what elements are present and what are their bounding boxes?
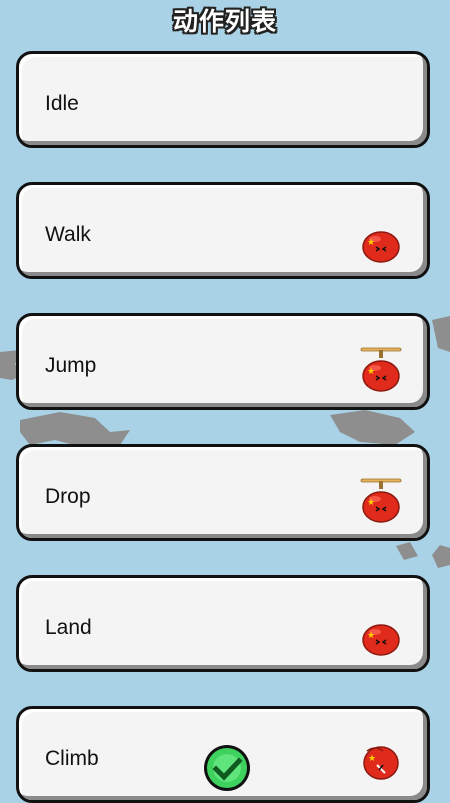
action-label: Drop xyxy=(45,485,91,508)
pet-ball-icon: ★ xyxy=(362,624,400,656)
action-card-walk[interactable]: Walk ★ xyxy=(16,182,430,279)
action-card-drop[interactable]: Drop ★ xyxy=(16,444,430,541)
action-card-jump[interactable]: Jump ★ xyxy=(16,313,430,410)
page-title: 动作列表 xyxy=(172,7,277,36)
svg-text:★: ★ xyxy=(367,367,375,377)
action-card-land[interactable]: Land ★ xyxy=(16,575,430,672)
pet-climb-icon: ★ xyxy=(363,746,399,780)
action-label: Idle xyxy=(45,92,79,115)
pet-propeller-icon: ★ xyxy=(360,347,402,392)
svg-text:★: ★ xyxy=(367,631,375,641)
action-label: Climb xyxy=(45,747,99,770)
action-label: Land xyxy=(45,616,92,639)
svg-text:★: ★ xyxy=(367,238,375,248)
action-card-idle[interactable]: Idle xyxy=(16,51,430,148)
selected-check-icon xyxy=(204,745,250,791)
pet-propeller-icon: ★ xyxy=(360,478,402,523)
svg-text:★: ★ xyxy=(367,498,375,508)
svg-text:★: ★ xyxy=(368,754,376,764)
action-label: Jump xyxy=(45,354,97,377)
action-label: Walk xyxy=(45,223,91,246)
pet-ball-icon: ★ xyxy=(362,231,400,263)
action-card-climb[interactable]: Climb ★ xyxy=(16,706,430,803)
